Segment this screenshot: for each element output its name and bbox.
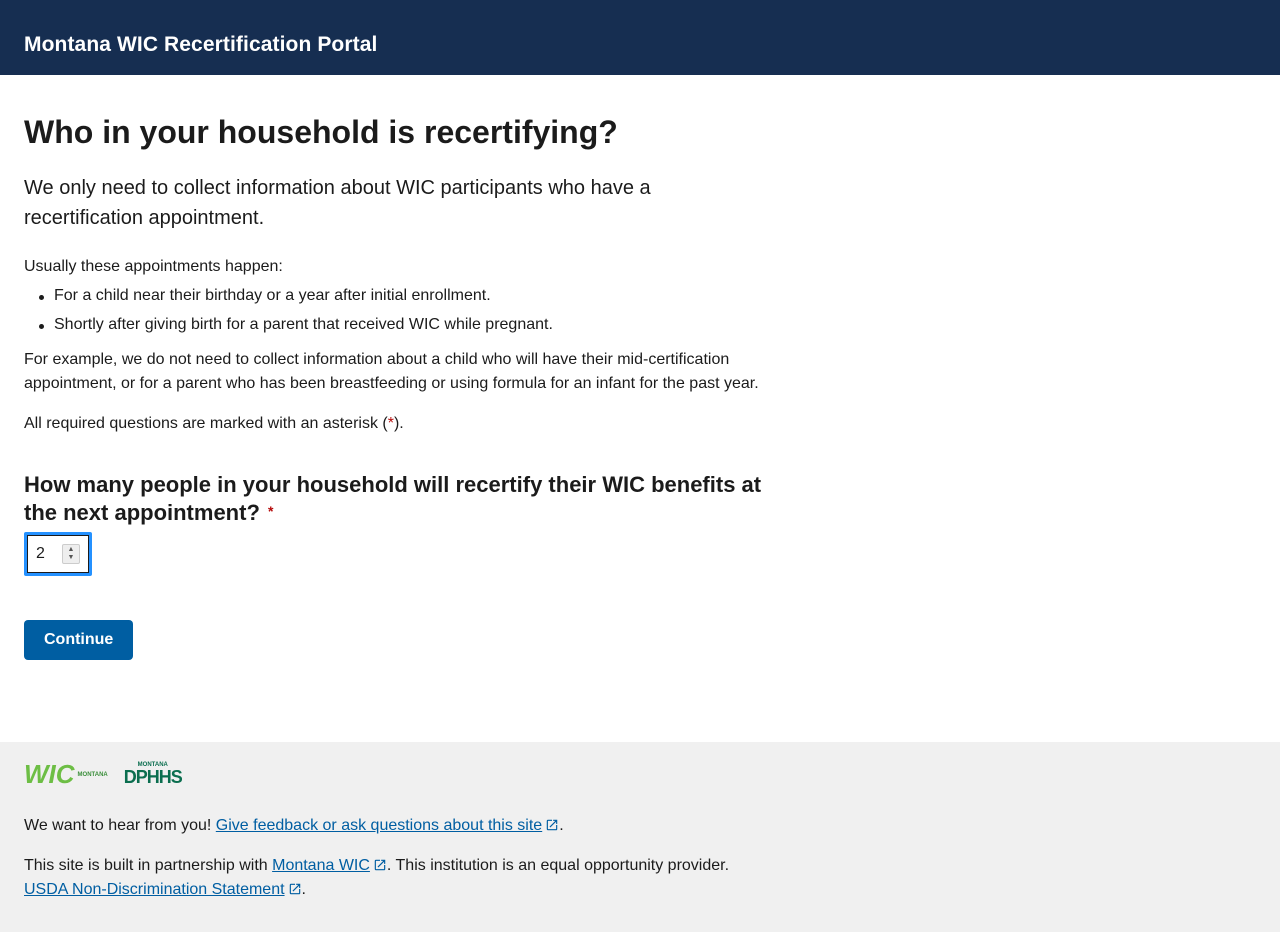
usda-statement-link[interactable]: USDA Non-Discrimination Statement <box>24 881 302 898</box>
required-note-text: All required questions are marked with a… <box>24 415 388 432</box>
household-count-input[interactable]: 2 ▲ ▼ <box>27 535 89 573</box>
feedback-link-text[interactable]: Give feedback or ask questions about thi… <box>216 817 542 834</box>
appointments-intro: Usually these appointments happen: <box>24 258 283 275</box>
required-asterisk: * <box>268 503 274 519</box>
continue-button[interactable]: Continue <box>24 620 134 660</box>
footer-logos: WIC MONTANA MONTANA DPHHS <box>24 758 1256 790</box>
dphhs-logo: MONTANA DPHHS <box>123 762 183 787</box>
example-text: For example, we do not need to collect i… <box>24 351 759 392</box>
list-item: For a child near their birthday or a yea… <box>39 284 764 308</box>
feedback-intro: We want to hear from you! <box>24 817 216 834</box>
site-title[interactable]: Montana WIC Recertification Portal <box>24 33 377 57</box>
feedback-text: We want to hear from you! Give feedback … <box>24 814 1256 838</box>
page-lede: We only need to collect information abou… <box>24 177 651 229</box>
partnership-intro: This site is built in partnership with <box>24 857 273 874</box>
wic-logo: WIC MONTANA <box>24 760 108 788</box>
main-content: Who in your household is recertifying? W… <box>0 113 788 660</box>
usda-link-text[interactable]: USDA Non-Discrimination Statement <box>24 881 285 898</box>
chevron-down-icon[interactable]: ▼ <box>68 554 75 562</box>
feedback-link[interactable]: Give feedback or ask questions about thi… <box>216 817 559 834</box>
site-header: Montana WIC Recertification Portal <box>0 0 1280 75</box>
number-spinner[interactable]: ▲ ▼ <box>62 544 80 564</box>
feedback-end: . <box>559 817 564 834</box>
site-footer: WIC MONTANA MONTANA DPHHS We want to hea… <box>0 742 1280 932</box>
list-item: Shortly after giving birth for a parent … <box>39 313 764 337</box>
montana-wic-link[interactable]: Montana WIC <box>272 857 387 874</box>
partnership-text: This site is built in partnership with M… <box>24 854 1256 902</box>
wic-logo-sub: MONTANA <box>77 772 108 778</box>
external-link-icon[interactable] <box>288 882 302 896</box>
household-count-value[interactable]: 2 <box>36 545 62 563</box>
montana-wic-link-text[interactable]: Montana WIC <box>272 857 370 874</box>
household-count-label: How many people in your household will r… <box>24 471 764 526</box>
household-count-focus-ring: 2 ▲ ▼ <box>24 532 92 576</box>
usda-end: . <box>301 881 306 898</box>
partnership-end: . This institution is an equal opportuni… <box>386 857 730 874</box>
chevron-up-icon[interactable]: ▲ <box>68 546 75 554</box>
required-note-end: ). <box>393 415 404 432</box>
question-text: How many people in your household will r… <box>24 472 762 525</box>
page-title: Who in your household is recertifying? <box>24 114 618 150</box>
external-link-icon[interactable] <box>545 818 559 832</box>
dphhs-logo-bottom: DPHHS <box>123 767 183 787</box>
appointments-list: For a child near their birthday or a yea… <box>24 284 764 337</box>
external-link-icon[interactable] <box>373 858 387 872</box>
wic-logo-mark: WIC <box>24 759 75 789</box>
required-note: All required questions are marked with a… <box>24 412 764 436</box>
